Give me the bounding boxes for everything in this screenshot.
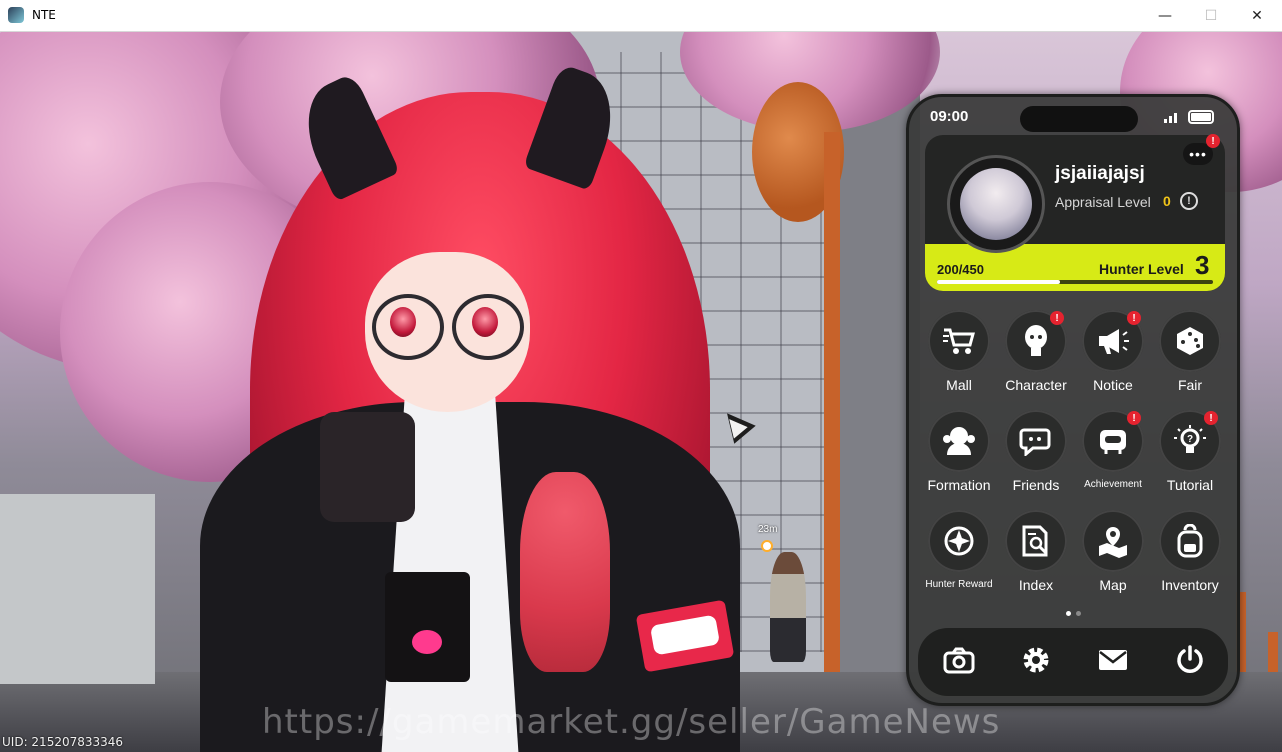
signal-icon: [1164, 113, 1180, 123]
power-button[interactable]: [1168, 640, 1212, 684]
phone-clock: 09:00: [930, 108, 969, 125]
handheld-phone: [320, 412, 415, 522]
cat-plush-keychain: [520, 472, 610, 672]
concrete-wall: [0, 494, 155, 684]
xp-progress-fill: [937, 280, 1060, 284]
compass-icon: [928, 510, 990, 572]
npc-distance-label: 23m: [758, 524, 778, 535]
glasses-lens-right: [452, 294, 524, 360]
app-label: Inventory: [1161, 577, 1219, 593]
npc-character[interactable]: [770, 552, 806, 662]
backpack-icon: [1159, 510, 1221, 572]
xp-progress-text: 200/450: [937, 262, 984, 277]
battery-icon: [1188, 110, 1214, 124]
page-dot[interactable]: [1066, 611, 1071, 616]
notification-badge: !: [1050, 311, 1064, 325]
notification-badge: !: [1204, 411, 1218, 425]
dice-icon: [1159, 310, 1221, 372]
app-logo-icon: [8, 7, 24, 23]
window-titlebar: NTE — ☐ ✕: [0, 0, 1282, 32]
app-fair-button[interactable]: Fair: [1152, 310, 1228, 406]
glasses-lens-left: [372, 294, 444, 360]
uid-label: UID: 215207833346: [2, 735, 124, 749]
app-map-button[interactable]: Map: [1075, 510, 1151, 606]
watermark-text: https://gamemarket.gg/seller/GameNews: [262, 702, 1001, 742]
camera-button[interactable]: [937, 640, 981, 684]
power-icon: [1175, 644, 1205, 680]
app-label: Tutorial: [1166, 477, 1214, 493]
chat-icon: [1005, 410, 1067, 472]
username: jsjaiiajajsj: [1055, 163, 1145, 184]
hunter-level-label: Hunter Level: [1099, 261, 1184, 277]
app-character-button[interactable]: ! Character: [998, 310, 1074, 406]
app-index-button[interactable]: Index: [998, 510, 1074, 606]
avatar[interactable]: [960, 168, 1032, 240]
pouch: [385, 572, 470, 682]
minimize-button[interactable]: —: [1142, 0, 1188, 31]
settings-gear-icon: [1020, 644, 1052, 681]
maximize-button[interactable]: ☐: [1188, 0, 1234, 31]
app-label: Fair: [1177, 377, 1203, 393]
npc-marker-icon[interactable]: [761, 540, 773, 552]
app-notice-button[interactable]: ! Notice: [1075, 310, 1151, 406]
hunter-level-value: 3: [1195, 250, 1210, 280]
camera-icon: [943, 646, 975, 679]
cart-icon: [928, 310, 990, 372]
paw-print-icon: [412, 630, 442, 654]
info-icon[interactable]: !: [1180, 192, 1198, 210]
map-icon: [1082, 510, 1144, 572]
mail-button[interactable]: [1091, 640, 1135, 684]
app-tutorial-button[interactable]: ?! Tutorial: [1152, 410, 1228, 506]
mail-icon: [1097, 647, 1129, 678]
formation-icon: [928, 410, 990, 472]
page-dot[interactable]: [1076, 611, 1081, 616]
phone-notch: [1020, 106, 1138, 132]
notification-badge: !: [1127, 411, 1141, 425]
notification-badge: !: [1206, 134, 1220, 148]
xp-progress-bar: [937, 280, 1213, 284]
appraisal-level-label: Appraisal Level: [1055, 194, 1151, 210]
app-inventory-button[interactable]: Inventory: [1152, 510, 1228, 606]
app-friends-button[interactable]: Friends: [998, 410, 1074, 506]
appraisal-level-value: 0: [1163, 193, 1171, 209]
notification-badge: !: [1127, 311, 1141, 325]
index-search-icon: [1005, 510, 1067, 572]
street-pole: [824, 132, 840, 692]
settings-gear-button[interactable]: [1014, 640, 1058, 684]
app-achievement-button[interactable]: ! Achievement: [1075, 410, 1151, 506]
app-formation-button[interactable]: Formation: [921, 410, 997, 506]
svg-text:?: ?: [1187, 434, 1193, 445]
app-hunter-reward-button[interactable]: Hunter Reward: [921, 510, 997, 606]
close-button[interactable]: ✕: [1234, 0, 1280, 31]
window-title: NTE: [32, 8, 56, 22]
app-mall-button[interactable]: Mall: [921, 310, 997, 406]
